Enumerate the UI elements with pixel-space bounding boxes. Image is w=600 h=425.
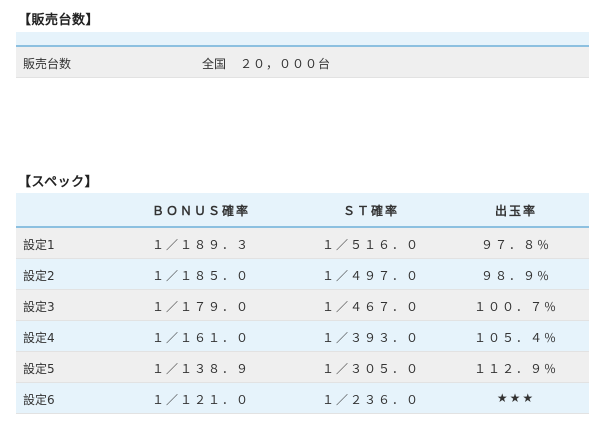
payout-cell: １１２．９％	[473, 362, 558, 376]
st-cell: １／４６７．０	[321, 300, 420, 314]
table-row: 設定2 １／１８５．０ １／４９７．０ ９８．９％	[16, 259, 589, 290]
sales-region: 全国	[202, 57, 227, 71]
header-st-probability: ＳＴ確率	[342, 204, 399, 218]
spec-section-title: 【スペック】	[18, 175, 99, 190]
st-cell: １／５１６．０	[321, 238, 420, 252]
setting-cell: 設定5	[23, 362, 55, 376]
bonus-cell: １／１８９．３	[151, 238, 250, 252]
table-row: 設定4 １／１６１．０ １／３９３．０ １０５．４％	[16, 321, 589, 352]
bonus-cell: １／１２１．０	[151, 393, 250, 407]
st-cell: １／４９７．０	[321, 269, 420, 283]
sales-table-header	[16, 32, 589, 47]
payout-cell: １０５．４％	[473, 331, 558, 345]
sales-section-title: 【販売台数】	[18, 13, 100, 28]
sales-row: 販売台数 全国 ２０，０００台	[16, 47, 589, 78]
spec-table-header: ＢＯＮＵＳ確率 ＳＴ確率 出玉率	[16, 193, 589, 228]
header-payout-rate: 出玉率	[494, 204, 537, 218]
payout-cell: ９７．８％	[480, 238, 551, 252]
sales-table: 販売台数 全国 ２０，０００台	[16, 32, 589, 78]
bonus-cell: １／１７９．０	[151, 300, 250, 314]
payout-cell: ９８．９％	[480, 269, 551, 283]
st-cell: １／３０５．０	[321, 362, 420, 376]
table-row: 設定3 １／１７９．０ １／４６７．０ １００．７％	[16, 290, 589, 321]
bonus-cell: １／１３８．９	[151, 362, 250, 376]
sales-count: ２０，０００台	[240, 57, 332, 71]
spec-table: ＢＯＮＵＳ確率 ＳＴ確率 出玉率 設定1 １／１８９．３ １／５１６．０ ９７．…	[16, 193, 589, 414]
table-row: 設定5 １／１３８．９ １／３０５．０ １１２．９％	[16, 352, 589, 383]
st-cell: １／３９３．０	[321, 331, 420, 345]
header-bonus-probability: ＢＯＮＵＳ確率	[151, 204, 250, 218]
table-row: 設定1 １／１８９．３ １／５１６．０ ９７．８％	[16, 228, 589, 259]
table-row: 設定6 １／１２１．０ １／２３６．０ ★★★	[16, 383, 589, 414]
st-cell: １／２３６．０	[321, 393, 420, 407]
setting-cell: 設定3	[23, 300, 55, 314]
setting-cell: 設定4	[23, 331, 55, 345]
setting-cell: 設定2	[23, 269, 55, 283]
payout-cell: １００．７％	[473, 300, 558, 314]
bonus-cell: １／１６１．０	[151, 331, 250, 345]
bonus-cell: １／１８５．０	[151, 269, 250, 283]
sales-row-label: 販売台数	[23, 57, 72, 71]
payout-cell: ★★★	[496, 391, 536, 405]
setting-cell: 設定6	[23, 393, 55, 407]
setting-cell: 設定1	[23, 238, 55, 252]
